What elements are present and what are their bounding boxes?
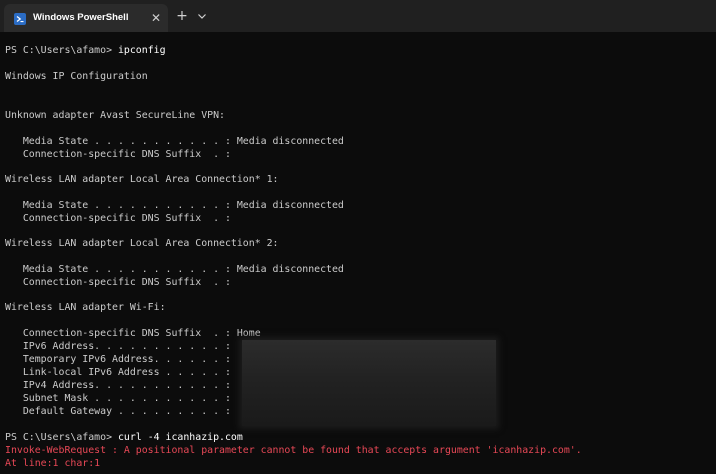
prompt: PS C:\Users\afamo> [5,432,118,443]
tab-windows-powershell[interactable]: Windows PowerShell ✕ [4,4,168,32]
command-text: ipconfig [117,45,166,56]
prompt: PS C:\Users\afamo> [5,45,118,56]
prompt-line-curl: PS C:\Users\afamo> curl -4 icanhazip.com [5,432,243,444]
chevron-down-icon[interactable] [195,8,209,24]
tab-title: Windows PowerShell [33,12,129,23]
output-line: IPv6 Address. . . . . . . . . . . : [5,341,231,352]
new-tab-button[interactable]: + [173,7,191,25]
command-text: curl -4 icanhazip.com [117,432,243,443]
output-line: Default Gateway . . . . . . . . . : [5,406,231,417]
output-line: Media State . . . . . . . . . . . : Medi… [5,264,344,275]
output-heading: Windows IP Configuration [5,71,148,82]
output-line: Link-local IPv6 Address . . . . . : [5,367,231,378]
output-line: Media State . . . . . . . . . . . : Medi… [5,200,344,211]
error-line: Invoke-WebRequest : A positional paramet… [5,445,582,456]
output-line: Media State . . . . . . . . . . . : Medi… [5,136,344,147]
output-line: Connection-specific DNS Suffix . : [5,149,231,160]
output-line: Subnet Mask . . . . . . . . . . . : [5,393,231,404]
adapter-heading-vpn: Unknown adapter Avast SecureLine VPN: [5,110,225,121]
error-location-line: At line:1 char:1 [5,458,101,469]
redacted-block [242,340,496,426]
output-line: Connection-specific DNS Suffix . : [5,277,231,288]
prompt-line-ipconfig: PS C:\Users\afamo> ipconfig [5,45,166,57]
output-line: IPv4 Address. . . . . . . . . . . : [5,380,231,391]
output-line: Temporary IPv6 Address. . . . . . : [5,354,231,365]
adapter-heading-wifi: Wireless LAN adapter Wi-Fi: [5,302,166,313]
adapter-heading-lac2: Wireless LAN adapter Local Area Connecti… [5,238,279,249]
powershell-icon [14,12,26,25]
close-icon[interactable]: ✕ [148,10,164,26]
tab-bar: Windows PowerShell ✕ + [0,0,716,32]
adapter-heading-lac1: Wireless LAN adapter Local Area Connecti… [5,174,279,185]
terminal-output[interactable]: PS C:\Users\afamo> ipconfig Windows IP C… [0,32,716,474]
powershell-window: Windows PowerShell ✕ + PS C:\Users\afamo… [0,0,716,474]
output-line: Connection-specific DNS Suffix . : [5,213,231,224]
output-line: Connection-specific DNS Suffix . : Home [5,328,261,339]
